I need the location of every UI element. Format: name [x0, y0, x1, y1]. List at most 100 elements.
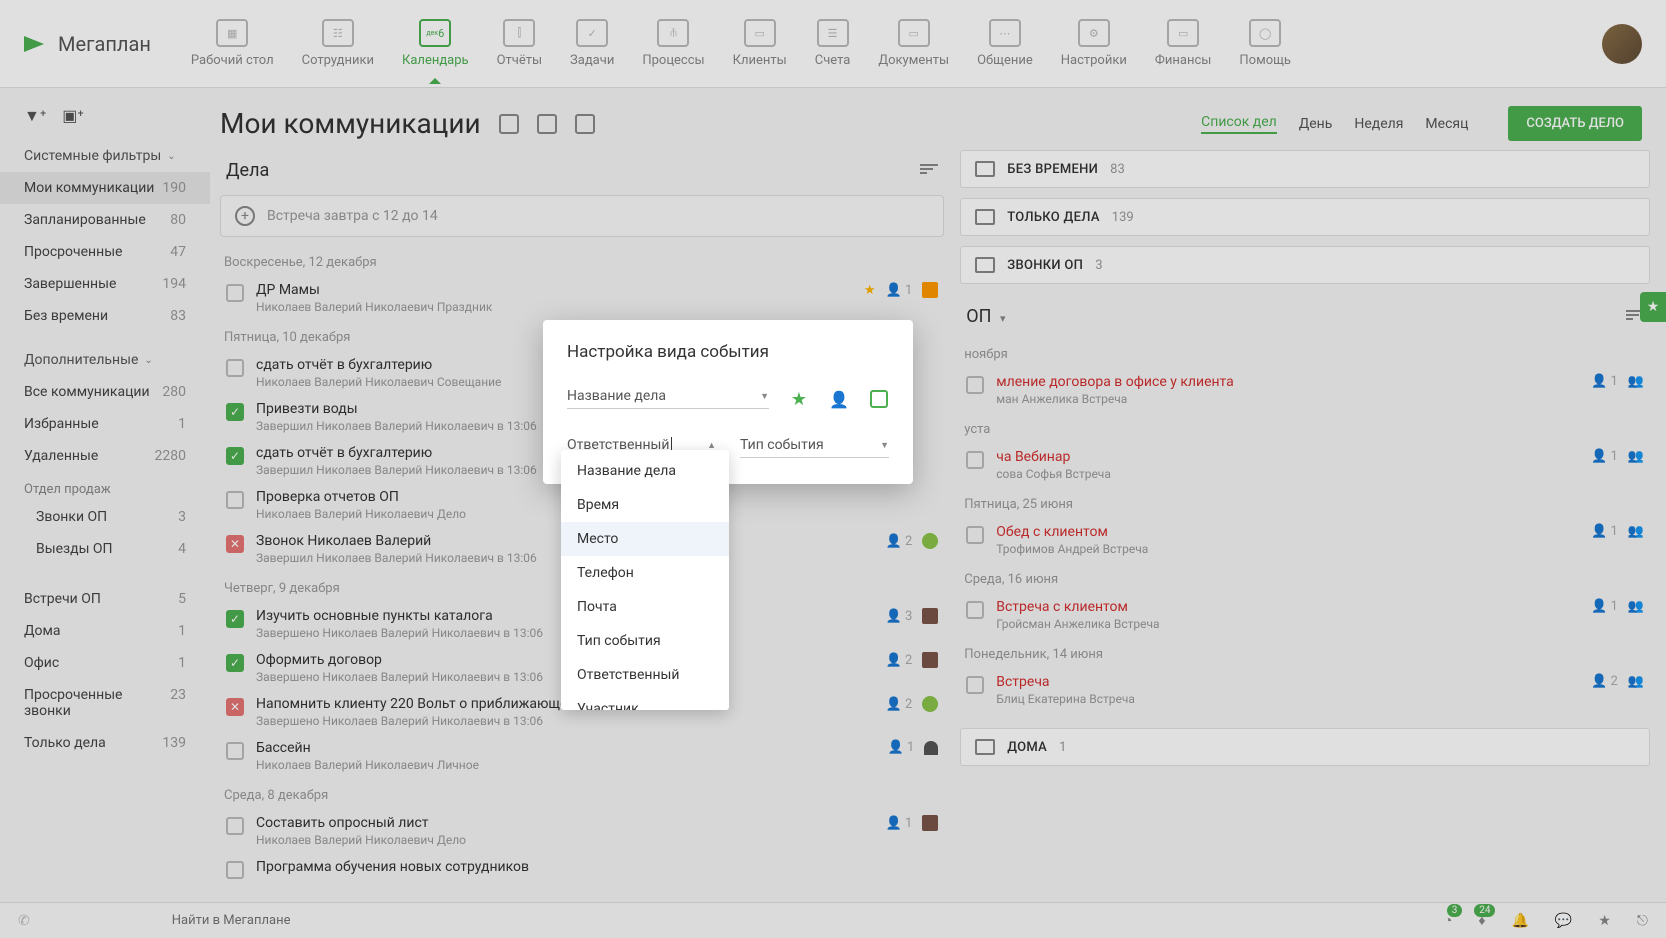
nav-item[interactable]: дек6Календарь — [402, 19, 469, 68]
task-row[interactable]: Встреча Блиц Екатерина Встреча 👤 2 👥 — [960, 668, 1650, 712]
checkbox[interactable] — [226, 742, 244, 760]
copy-icon[interactable] — [537, 114, 557, 134]
logo[interactable]: Мегаплан — [24, 32, 151, 56]
field-name-label: Название дела — [567, 388, 666, 404]
sidebar-item[interactable]: Просроченные47 — [0, 236, 210, 268]
view-day[interactable]: День — [1299, 116, 1333, 132]
sidebar-item-count: 80 — [170, 212, 186, 228]
duplicate-icon[interactable] — [499, 114, 519, 134]
checkbox[interactable] — [226, 861, 244, 879]
task-row[interactable]: ДР Мамы Николаев Валерий Николаевич Праз… — [220, 276, 944, 320]
checkbox[interactable]: ✕ — [226, 698, 244, 716]
task-row[interactable]: Программа обучения новых сотрудников — [220, 853, 944, 885]
sidebar-item[interactable]: Офис1 — [0, 647, 210, 679]
task-row[interactable]: ча Вебинар сова Софья Встреча 👤 1 👥 — [960, 443, 1650, 487]
sidebar-item[interactable]: Завершенные194 — [0, 268, 210, 300]
sidebar-item[interactable]: Мои коммуникации190 — [0, 172, 210, 204]
sidebar-item[interactable]: Дома1 — [0, 615, 210, 647]
add-folder-icon[interactable]: ▣⁺ — [62, 106, 84, 126]
sidebar-item[interactable]: Только дела139 — [0, 727, 210, 759]
checkbox[interactable] — [966, 601, 984, 619]
sidebar-item[interactable]: Встречи ОП5 — [0, 583, 210, 615]
checkbox[interactable] — [226, 817, 244, 835]
checkbox[interactable] — [226, 491, 244, 509]
dropdown-item[interactable]: Почта — [561, 590, 729, 624]
nav-item[interactable]: ⫿Отчёты — [497, 19, 542, 68]
checkbox[interactable] — [966, 676, 984, 694]
nav-item[interactable]: ☷Сотрудники — [302, 19, 374, 68]
dropdown-item[interactable]: Телефон — [561, 556, 729, 590]
create-button[interactable]: СОЗДАТЬ ДЕЛО — [1508, 106, 1642, 141]
dropdown-item[interactable]: Время — [561, 488, 729, 522]
field-event-type[interactable]: Тип события ▼ — [740, 433, 889, 458]
checkbox[interactable] — [226, 359, 244, 377]
sidebar-item[interactable]: Без времени83 — [0, 300, 210, 332]
view-week[interactable]: Неделя — [1354, 116, 1403, 132]
group-card[interactable]: ДОМА 1 — [960, 728, 1650, 766]
person-icon[interactable]: 👤 — [829, 389, 849, 409]
task-row[interactable]: Встреча с клиентом Гройсман Анжелика Вст… — [960, 593, 1650, 637]
dropdown-item[interactable]: Название дела — [561, 454, 729, 488]
dropdown-item[interactable]: Тип события — [561, 624, 729, 658]
checkbox[interactable]: ✕ — [226, 535, 244, 553]
checkbox[interactable]: ✓ — [226, 610, 244, 628]
checkbox[interactable]: ✓ — [226, 654, 244, 672]
dropdown-item[interactable]: Участник — [561, 692, 729, 710]
checkbox[interactable] — [966, 451, 984, 469]
nav-item[interactable]: ☰Счета — [815, 19, 851, 68]
expanded-group-title[interactable]: ОП ▾ — [966, 306, 1005, 327]
nav-item[interactable]: ⋯Общение — [977, 19, 1033, 68]
task-row[interactable]: Обед с клиентом Трофимов Андрей Встреча … — [960, 518, 1650, 562]
quick-add[interactable]: + Встреча завтра с 12 до 14 — [220, 195, 944, 237]
nav-item[interactable]: ▦Рабочий стол — [191, 19, 274, 68]
task-row[interactable]: Бассейн Николаев Валерий Николаевич Личн… — [220, 734, 944, 778]
filter-icon[interactable]: ▼⁺ — [24, 106, 46, 126]
timer-icon[interactable]: ◔3 — [1444, 912, 1452, 929]
nav-item[interactable]: ▭Финансы — [1155, 19, 1212, 68]
sidebar-item[interactable]: Все коммуникации280 — [0, 376, 210, 408]
global-search[interactable] — [172, 913, 492, 928]
nav-item[interactable]: ▭Клиенты — [733, 19, 787, 68]
sidebar-item[interactable]: Просроченные звонки23 — [0, 679, 210, 727]
flame-icon[interactable]: ♦24 — [1478, 912, 1485, 929]
sidebar-item[interactable]: Запланированные80 — [0, 204, 210, 236]
card-icon[interactable] — [575, 114, 595, 134]
dropdown-item[interactable]: Место — [561, 522, 729, 556]
avatar[interactable] — [1602, 24, 1642, 64]
bell-icon[interactable]: 🔔 — [1511, 913, 1528, 929]
calendar-icon[interactable] — [869, 389, 889, 409]
field-name[interactable]: Название дела ▼ — [567, 384, 769, 409]
nav-item[interactable]: ⚙Настройки — [1061, 19, 1127, 68]
task-row[interactable]: Составить опросный лист Николаев Валерий… — [220, 809, 944, 853]
group-card[interactable]: БЕЗ ВРЕМЕНИ 83 — [960, 150, 1650, 188]
task-row[interactable]: мление договора в офисе у клиента ман Ан… — [960, 368, 1650, 412]
group-card[interactable]: ТОЛЬКО ДЕЛА 139 — [960, 198, 1650, 236]
group-card[interactable]: ЗВОНКИ ОП 3 — [960, 246, 1650, 284]
logout-icon[interactable]: ⎋ — [1637, 913, 1648, 929]
sort-icon[interactable] — [920, 164, 938, 178]
checkbox[interactable]: ✓ — [226, 447, 244, 465]
sidebar-item[interactable]: Звонки ОП3 — [0, 501, 210, 533]
checkbox[interactable] — [966, 526, 984, 544]
sidebar-item[interactable]: Избранные1 — [0, 408, 210, 440]
star-icon[interactable]: ★ — [789, 389, 809, 409]
sidebar-extra-head[interactable]: Дополнительные⌄ — [0, 344, 210, 376]
phone-icon[interactable]: ✆ — [18, 913, 30, 929]
checkbox[interactable]: ✓ — [226, 403, 244, 421]
nav-item[interactable]: ◯Помощь — [1239, 19, 1291, 68]
view-list[interactable]: Список дел — [1201, 114, 1277, 134]
page-bar: Мои коммуникации Список дел День Неделя … — [0, 88, 1666, 155]
sidebar-item[interactable]: Удаленные2280 — [0, 440, 210, 472]
checkbox[interactable] — [966, 376, 984, 394]
chat-icon[interactable]: 💬 — [1555, 913, 1572, 929]
nav-item[interactable]: ✓Задачи — [570, 19, 614, 68]
edge-tab[interactable]: ★ — [1640, 292, 1666, 322]
sidebar-item[interactable]: Выезды ОП4 — [0, 533, 210, 565]
view-month[interactable]: Месяц — [1425, 116, 1468, 132]
dropdown-item[interactable]: Ответственный — [561, 658, 729, 692]
checkbox[interactable] — [226, 284, 244, 302]
star-icon[interactable]: ★ — [1598, 913, 1611, 929]
sidebar-system-head[interactable]: Системные фильтры⌄ — [0, 140, 210, 172]
nav-item[interactable]: ⫚Процессы — [642, 19, 704, 68]
nav-item[interactable]: ▭Документы — [878, 19, 949, 68]
